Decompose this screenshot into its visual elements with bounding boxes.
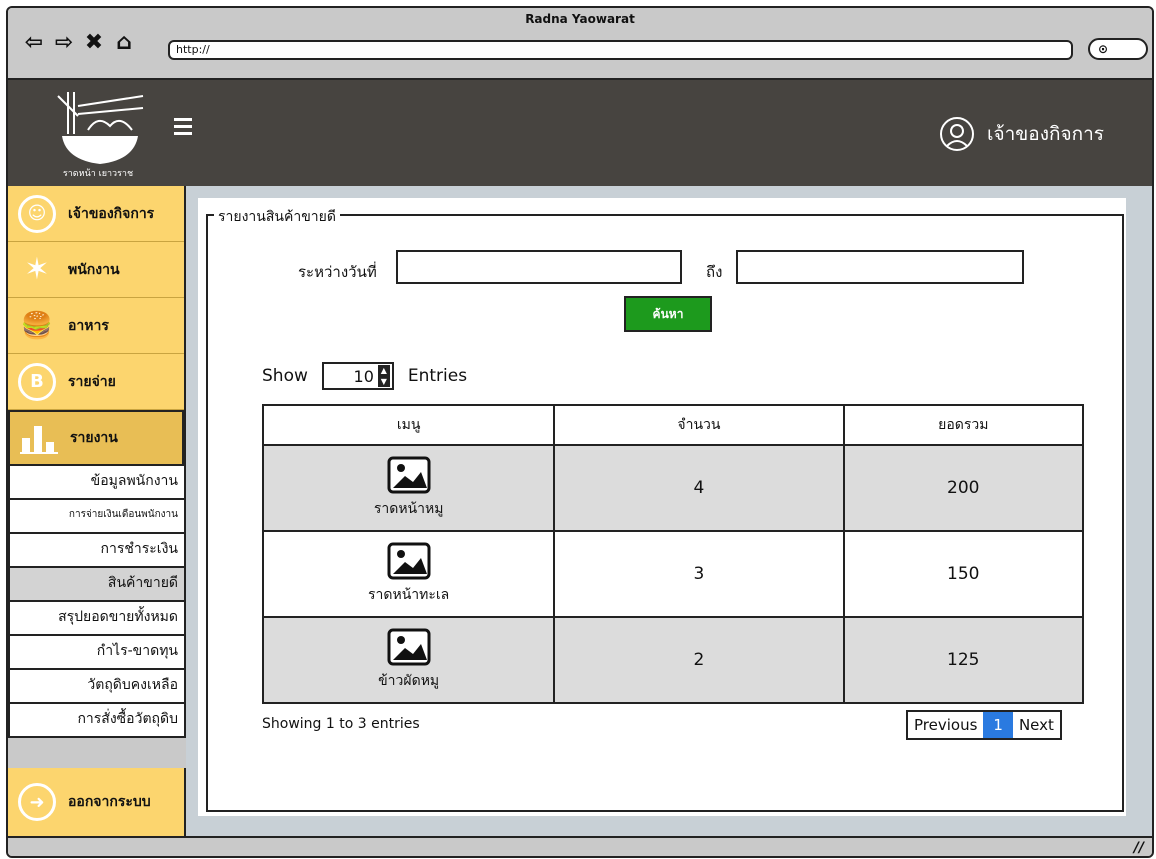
logout-label: ออกจากระบบ bbox=[68, 794, 151, 810]
close-icon[interactable]: ✖ bbox=[82, 32, 106, 54]
sidebar-item-employee[interactable]: ✶ พนักงาน bbox=[8, 242, 184, 298]
resize-grip-icon[interactable]: // bbox=[1134, 840, 1144, 856]
sidebar-subitem-profit-loss[interactable]: กำไร-ขาดทุน bbox=[8, 636, 186, 670]
menu-cell: ราดหน้าหมู bbox=[264, 456, 553, 520]
menu-name: ข้าวผัดหมู bbox=[378, 673, 440, 689]
sidebar-subitem-payroll[interactable]: การจ่ายเงินเดือนพนักงาน bbox=[8, 500, 186, 534]
sidebar-item-expense[interactable]: B รายจ่าย bbox=[8, 354, 184, 410]
qty-cell: 2 bbox=[553, 616, 845, 704]
sidebar-subitem-best-seller[interactable]: สินค้าขายดี bbox=[8, 568, 186, 602]
entries-stepper[interactable]: 10 ▲ ▼ bbox=[321, 362, 394, 390]
user-avatar-icon bbox=[940, 117, 974, 151]
url-bar[interactable]: http:// bbox=[168, 40, 1073, 60]
next-button[interactable]: Next bbox=[1013, 712, 1060, 738]
search-button[interactable]: ค้นหา bbox=[624, 296, 712, 332]
menu-name: ราดหน้าทะเล bbox=[368, 587, 450, 603]
image-icon bbox=[387, 628, 431, 666]
restaurant-logo-icon: ราดหน้า เยาวราช bbox=[57, 92, 144, 178]
owner-icon: ☺ bbox=[18, 194, 56, 233]
sidebar-subitem-sales-summary[interactable]: สรุปยอดขายทั้งหมด bbox=[8, 602, 186, 636]
sidebar-main: ☺ เจ้าของกิจการ ✶ พนักงาน 🍔 อาหาร B รายจ… bbox=[8, 186, 186, 466]
user-profile[interactable]: เจ้าของกิจการ bbox=[939, 116, 1104, 152]
qty-cell: 3 bbox=[553, 530, 845, 618]
logout-icon: ➜ bbox=[18, 783, 56, 821]
table-row: ราดหน้าทะเล 3 150 bbox=[261, 530, 1085, 618]
status-bar: // bbox=[8, 836, 1152, 856]
column-header-total[interactable]: ยอดรวม bbox=[842, 404, 1085, 446]
logout-button[interactable]: ➜ ออกจากระบบ bbox=[8, 768, 186, 836]
expense-icon: B bbox=[18, 362, 56, 401]
sidebar-item-label: อาหาร bbox=[68, 317, 109, 334]
sidebar-subitem-stock[interactable]: วัตถุดิบคงเหลือ bbox=[8, 670, 186, 704]
total-cell: 125 bbox=[842, 616, 1085, 704]
browser-search-icon[interactable]: ⊙ bbox=[1088, 38, 1148, 60]
sidebar-item-label: พนักงาน bbox=[68, 261, 120, 278]
report-title: รายงานสินค้าขายดี bbox=[214, 206, 340, 228]
date-to-label: ถึง bbox=[706, 263, 723, 281]
menu-toggle-icon[interactable] bbox=[174, 118, 192, 135]
logo-text: ราดหน้า เยาวราช bbox=[63, 168, 133, 178]
entries-control: Show 10 ▲ ▼ Entries bbox=[262, 362, 467, 390]
menu-cell: ข้าวผัดหมู bbox=[264, 628, 553, 692]
image-icon bbox=[387, 456, 431, 494]
user-name: เจ้าของกิจการ bbox=[987, 123, 1104, 145]
previous-button[interactable]: Previous bbox=[908, 712, 983, 738]
back-icon[interactable]: ⇦ bbox=[22, 32, 46, 54]
employee-icon: ✶ bbox=[24, 252, 50, 287]
menu-name: ราดหน้าหมู bbox=[373, 501, 444, 517]
table-row: ราดหน้าหมู 4 200 bbox=[261, 444, 1085, 532]
column-header-menu[interactable]: เมนู bbox=[261, 404, 556, 446]
food-icon: 🍔 bbox=[20, 310, 54, 341]
date-from-label: ระหว่างวันที่ bbox=[298, 263, 377, 281]
table-row: ข้าวผัดหมู 2 125 bbox=[261, 616, 1085, 704]
app-header: ราดหน้า เยาวราช เจ้าของกิจการ bbox=[8, 80, 1152, 186]
stepper-arrows-icon[interactable]: ▲ ▼ bbox=[377, 365, 390, 387]
sidebar-item-label: เจ้าของกิจการ bbox=[68, 205, 155, 222]
total-cell: 150 bbox=[842, 530, 1085, 618]
date-to-input[interactable] bbox=[736, 250, 1024, 284]
chart-icon bbox=[20, 426, 58, 454]
nav-controls: ⇦ ⇨ ✖ ⌂ bbox=[22, 32, 136, 54]
sidebar-item-report[interactable]: รายงาน bbox=[8, 410, 184, 466]
page-1-button[interactable]: 1 bbox=[983, 712, 1013, 738]
entries-label: Entries bbox=[407, 366, 468, 386]
entries-value: 10 bbox=[353, 366, 374, 386]
qty-cell: 4 bbox=[553, 444, 845, 532]
sidebar-subitem-payment[interactable]: การชำระเงิน bbox=[8, 534, 186, 568]
column-header-qty[interactable]: จำนวน bbox=[553, 404, 845, 446]
date-from-input[interactable] bbox=[396, 250, 682, 284]
sidebar-item-label: รายงาน bbox=[70, 430, 118, 446]
browser-chrome: Radna Yaowarat ⇦ ⇨ ✖ ⌂ http:// ⊙ bbox=[8, 8, 1152, 80]
image-icon bbox=[387, 542, 431, 580]
best-seller-table: เมนู จำนวน ยอดรวม ราดหน้าหมู 4 200 ราดหน… bbox=[261, 404, 1085, 704]
sidebar: ☺ เจ้าของกิจการ ✶ พนักงาน 🍔 อาหาร B รายจ… bbox=[8, 186, 186, 836]
window-title: Radna Yaowarat bbox=[525, 12, 635, 26]
sidebar-item-label: รายจ่าย bbox=[68, 373, 116, 390]
pagination: Previous 1 Next bbox=[906, 710, 1062, 740]
forward-icon[interactable]: ⇨ bbox=[52, 32, 76, 54]
home-icon[interactable]: ⌂ bbox=[112, 32, 136, 54]
sidebar-item-owner[interactable]: ☺ เจ้าของกิจการ bbox=[8, 186, 184, 242]
sidebar-subitem-purchase[interactable]: การสั่งซื้อวัตถุดิบ bbox=[8, 704, 186, 738]
show-label: Show bbox=[262, 366, 308, 386]
table-info: Showing 1 to 3 entries bbox=[262, 716, 420, 732]
menu-cell: ราดหน้าทะเล bbox=[264, 542, 553, 606]
total-cell: 200 bbox=[842, 444, 1085, 532]
sidebar-subitem-employee-info[interactable]: ข้อมูลพนักงาน bbox=[8, 466, 186, 500]
sidebar-item-food[interactable]: 🍔 อาหาร bbox=[8, 298, 184, 354]
